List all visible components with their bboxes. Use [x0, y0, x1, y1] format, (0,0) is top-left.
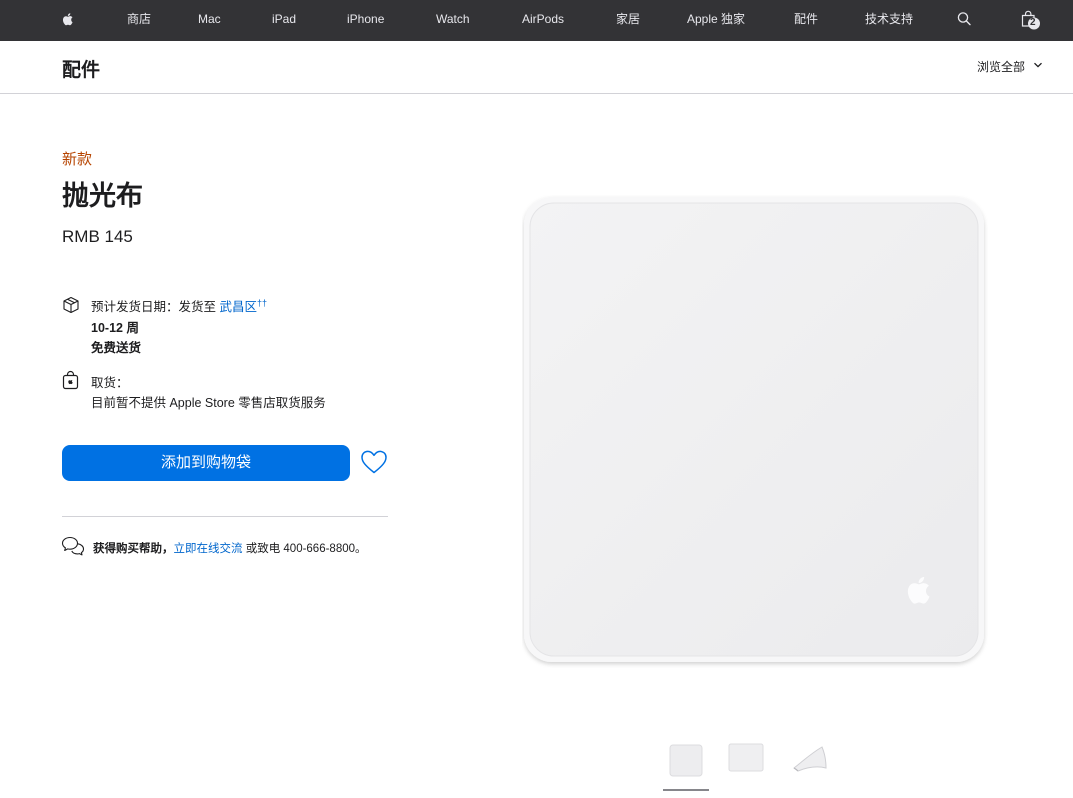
nav-mac[interactable]: Mac	[198, 0, 221, 38]
selected-thumbnail-indicator	[663, 789, 709, 791]
nav-watch[interactable]: Watch	[436, 0, 470, 38]
product-title: 抛光布	[62, 181, 143, 211]
delivery-shipping: 免费送货	[91, 341, 142, 355]
nav-ipad[interactable]: iPad	[272, 0, 296, 38]
local-nav: 配件 浏览全部	[0, 41, 1073, 94]
help-phone: 或致电 400-666-8800。	[245, 543, 367, 555]
store-bag-icon	[62, 370, 79, 390]
chat-bubbles-icon	[61, 536, 85, 556]
thumbnail-2[interactable]	[728, 743, 764, 772]
box-icon	[63, 296, 79, 314]
pickup-label: 取货：	[91, 376, 129, 390]
delivery-lead-time: 10-12 周	[91, 321, 139, 335]
browse-all-link[interactable]: 浏览全部	[977, 58, 1025, 75]
delivery-location-link[interactable]: 武昌区	[220, 300, 258, 314]
chevron-down-icon[interactable]	[1033, 60, 1043, 70]
nav-accessories[interactable]: 配件	[794, 0, 818, 38]
new-badge: 新款	[62, 151, 93, 168]
add-to-bag-button[interactable]: 添加到购物袋	[62, 445, 350, 481]
product-price: RMB 145	[62, 227, 133, 246]
delivery-footnote: ††	[257, 297, 268, 308]
live-chat-link[interactable]: 立即在线交流	[174, 543, 243, 555]
nav-store[interactable]: 商店	[127, 0, 151, 38]
help-prefix: 获得购买帮助，	[93, 543, 174, 555]
delivery-info: 预计发货日期：发货至 武昌区††	[91, 296, 267, 315]
nav-home[interactable]: 家居	[616, 0, 640, 38]
nav-airpods[interactable]: AirPods	[522, 0, 564, 38]
favorite-heart-icon[interactable]	[360, 449, 388, 475]
local-nav-title[interactable]: 配件	[62, 55, 100, 82]
purchase-help: 获得购买帮助，立即在线交流 或致电 400-666-8800。	[93, 540, 367, 556]
pickup-status: 目前暂不提供 Apple Store 零售店取货服务	[91, 396, 326, 410]
delivery-label: 预计发货日期：发货至	[91, 300, 217, 314]
thumbnail-3[interactable]	[790, 744, 830, 774]
apple-logo-icon[interactable]	[61, 0, 75, 38]
thumbnail-1[interactable]	[669, 744, 703, 777]
global-nav: 商店 Mac iPad iPhone Watch AirPods 家居 Appl…	[0, 0, 1073, 41]
divider	[62, 516, 388, 517]
nav-support[interactable]: 技术支持	[865, 0, 913, 38]
nav-apple-exclusive[interactable]: Apple 独家	[687, 0, 745, 38]
search-icon[interactable]	[957, 0, 971, 38]
bag-count-badge: 2	[1030, 17, 1036, 28]
product-image-polishing-cloth[interactable]	[522, 195, 988, 668]
nav-iphone[interactable]: iPhone	[347, 0, 384, 38]
